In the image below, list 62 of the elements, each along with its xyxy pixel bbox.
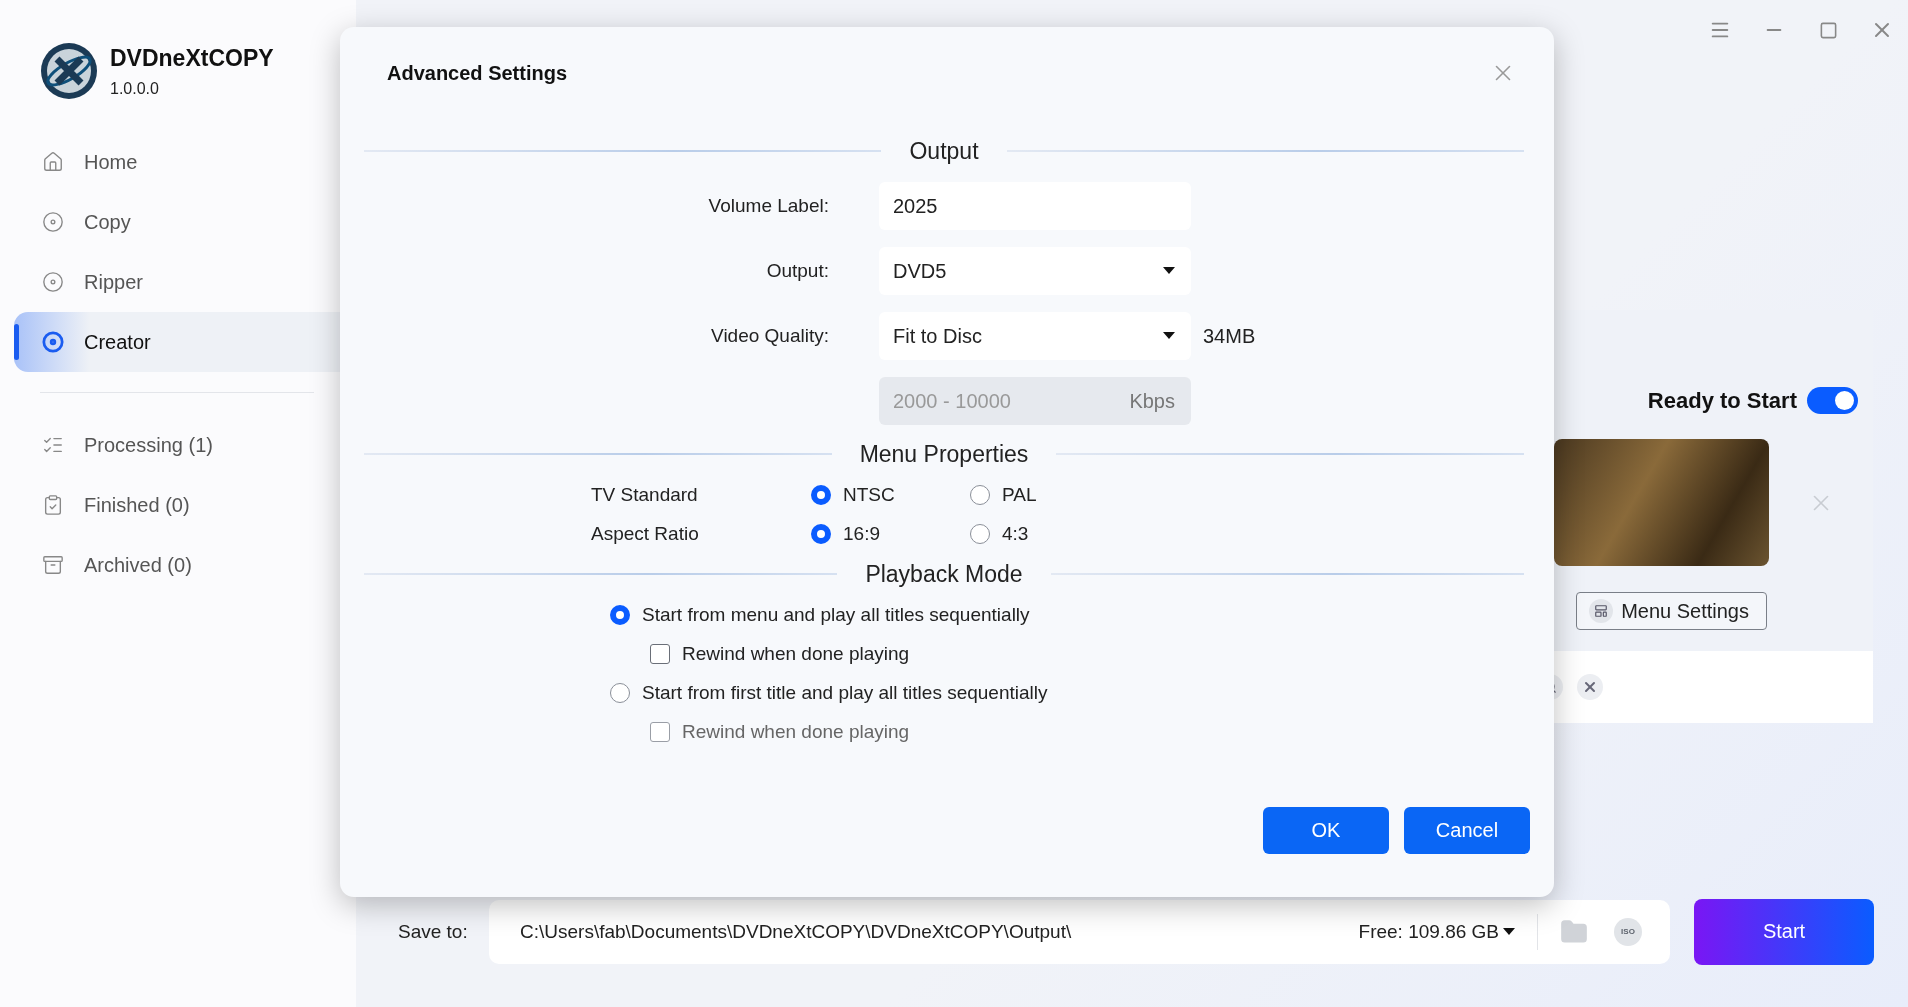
iso-icon[interactable]: ISO [1614, 917, 1642, 946]
radio-label: Start from menu and play all titles sequentially [642, 603, 1030, 627]
start-button[interactable]: Start [1694, 898, 1874, 965]
section-heading: Output [909, 137, 979, 165]
radio-button[interactable] [610, 605, 630, 625]
free-space-dropdown[interactable]: Free: 109.86 GB [1358, 920, 1515, 943]
archive-box-icon [42, 554, 64, 576]
radio-button[interactable] [811, 524, 831, 544]
app-name: DVDneXtCOPY [110, 44, 274, 72]
maximize-icon[interactable] [1818, 20, 1838, 40]
radio-button[interactable] [970, 524, 990, 544]
dropdown-caret-icon [1163, 267, 1175, 275]
radio-button[interactable] [970, 485, 990, 505]
disc-icon [42, 271, 64, 293]
section-heading: Playback Mode [865, 560, 1023, 588]
option-label: TV Standard [591, 483, 699, 507]
nav-item[interactable]: Home [14, 132, 356, 192]
checkbox-label: Rewind when done playing [682, 721, 910, 743]
radio-label: 16:9 [843, 522, 880, 546]
disc-icon [42, 331, 64, 353]
field-label: Output: [766, 260, 829, 282]
radio-button[interactable] [610, 683, 630, 703]
close-icon [1582, 679, 1598, 695]
menu-settings-button[interactable]: Menu Settings [1576, 592, 1767, 630]
nav-item[interactable]: Finished (0) [14, 475, 356, 535]
checkbox[interactable] [650, 644, 670, 664]
disc-icon [42, 211, 64, 233]
field-label: Volume Label: [708, 195, 829, 217]
section-heading: Menu Properties [859, 440, 1029, 468]
layout-icon [1594, 604, 1609, 618]
ready-toggle[interactable] [1807, 387, 1858, 414]
dropdown-caret-icon [1503, 927, 1515, 936]
size-text: 34MB [1203, 324, 1257, 348]
option-label: Aspect Ratio [591, 522, 700, 546]
radio-label: PAL [1002, 483, 1037, 507]
house-icon [42, 151, 64, 173]
dialog-title: Advanced Settings [387, 61, 568, 85]
nav-item[interactable]: Ripper [14, 252, 356, 312]
cancel-button[interactable]: Cancel [1404, 807, 1530, 854]
dropdown[interactable]: DVD5 [879, 247, 1191, 295]
radio-label: 4:3 [1002, 522, 1029, 546]
dropdown-caret-icon [1163, 332, 1175, 340]
remove-button[interactable] [1577, 674, 1603, 700]
clipboard-check-icon [42, 494, 64, 516]
input-field[interactable]: 2025 [879, 182, 1191, 230]
field-label: Video Quality: [711, 325, 829, 347]
app-logo-icon [40, 42, 98, 100]
checkbox-label: Rewind when done playing [682, 643, 910, 665]
status-label: Ready to Start [1647, 387, 1797, 414]
save-to-label: Save to: [398, 920, 469, 943]
ok-button[interactable]: OK [1263, 807, 1389, 854]
unit-text: Kbps [1129, 389, 1175, 413]
output-path: C:\Users\fab\Documents\DVDneXtCOPY\DVDneXtCOPY\Output\ [520, 920, 1073, 943]
app-version: 1.0.0.0 [110, 79, 160, 98]
radio-button[interactable] [811, 485, 831, 505]
nav-item[interactable]: Processing (1) [14, 415, 356, 475]
placeholder-text: 2000 - 10000 [893, 389, 1011, 413]
nav-item[interactable]: Copy [14, 192, 356, 252]
radio-label: NTSC [843, 483, 895, 507]
radio-label: Start from first title and play all titles sequentially [642, 681, 1048, 705]
nav-item[interactable]: Archived (0) [14, 535, 356, 595]
dropdown[interactable]: Fit to Disc [879, 312, 1191, 360]
